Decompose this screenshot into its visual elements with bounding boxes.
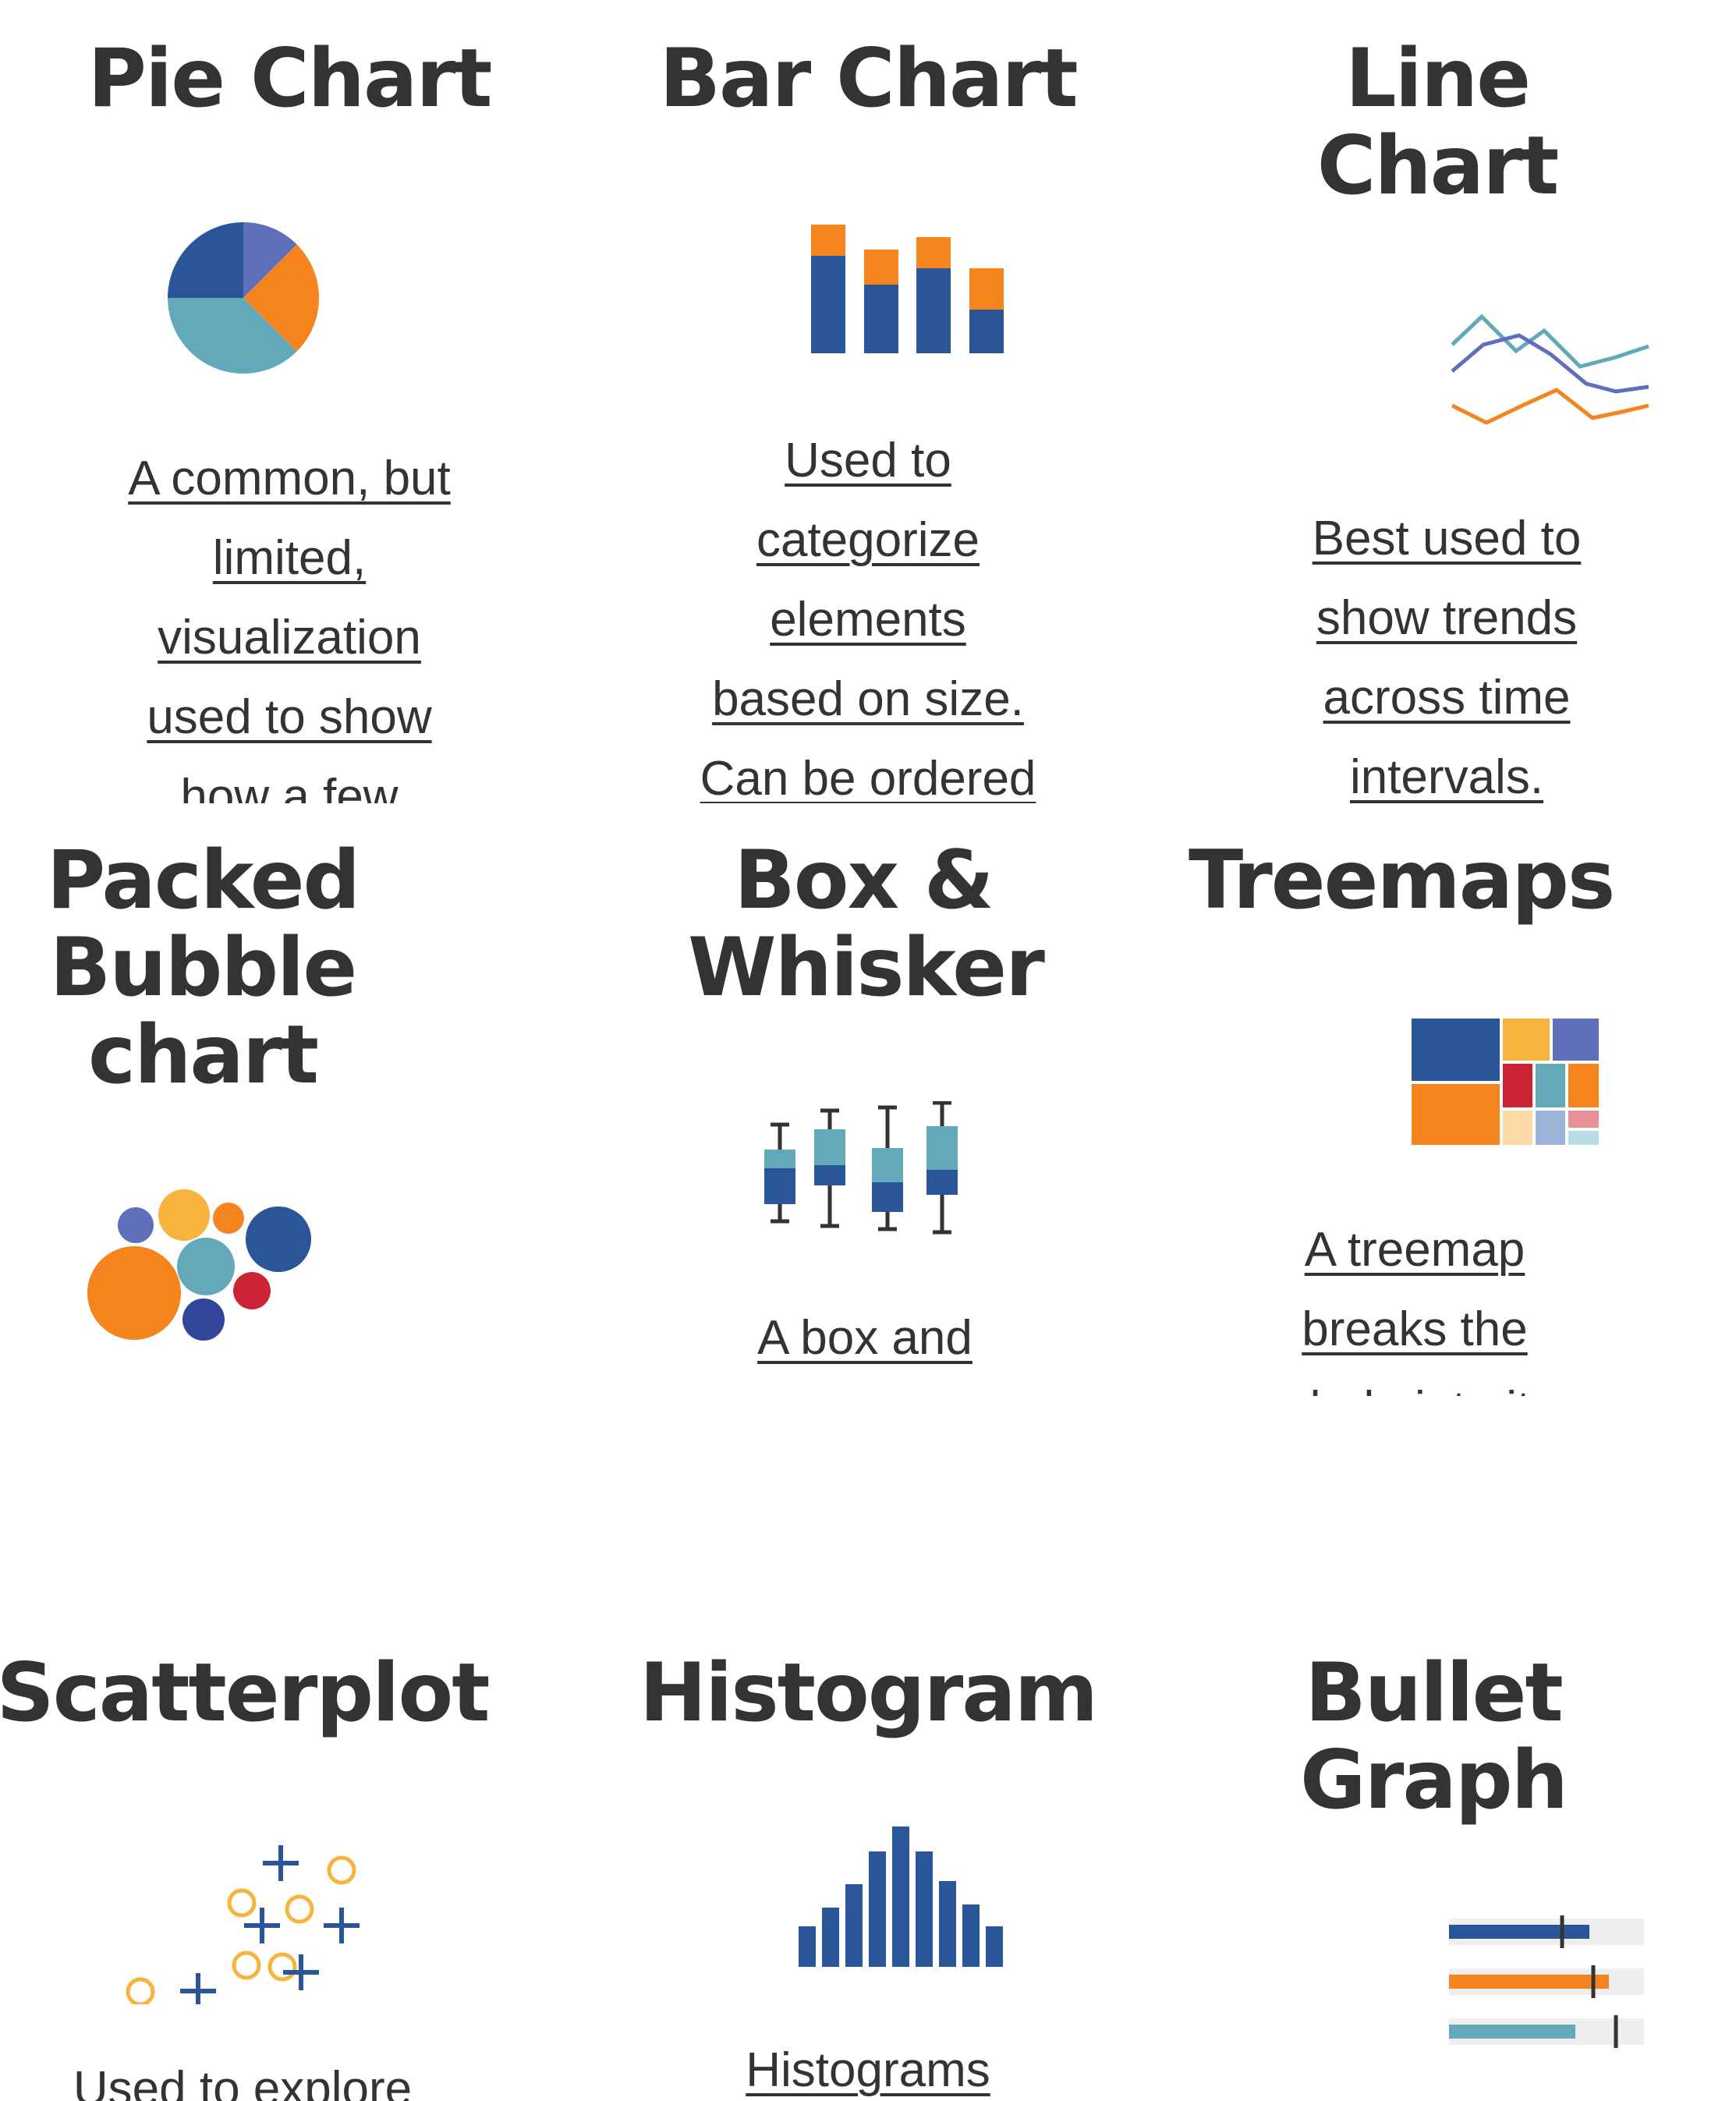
bullet-graph-icon	[1449, 1915, 1644, 2048]
card-title: Bullet Graph	[1300, 1646, 1568, 1827]
card-description: A box and	[643, 1299, 1087, 1396]
card-title: Packed Bubble chart	[46, 834, 361, 1102]
card-scatterplot: Scatterplot Used to explore	[0, 1614, 579, 2101]
card-description: Used to categorize elements based on siz…	[579, 421, 1157, 803]
card-bar-chart: Bar Chart Used to categorize elements ba…	[579, 0, 1157, 803]
card-description: A common, but limited, visualization use…	[0, 439, 579, 803]
card-treemaps: Treemaps A treemap breaks the whole into…	[1157, 803, 1736, 1396]
histogram-icon	[799, 1826, 1003, 1967]
card-description-link[interactable]: Best used to show trends across time int…	[1157, 499, 1736, 803]
card-pie-chart: Pie Chart A common, but limited, visuali…	[0, 0, 579, 803]
card-description-link[interactable]: Used to categorize elements based on siz…	[579, 421, 1157, 803]
card-description-link[interactable]: A box and	[643, 1299, 1087, 1378]
box-whisker-icon	[764, 1101, 958, 1235]
treemap-icon	[1412, 1019, 1599, 1145]
card-title: Scatterplot	[0, 1646, 490, 1740]
bar-chart-icon	[811, 225, 1004, 353]
card-description-link[interactable]: Histograms	[579, 2031, 1157, 2101]
line-chart-icon	[1451, 314, 1649, 425]
card-box-whisker: Box & Whisker A box and	[579, 803, 1157, 1396]
card-title: Pie Chart	[87, 32, 493, 126]
card-bullet-graph: Bullet Graph	[1157, 1614, 1736, 2101]
card-histogram: Histogram Histograms	[579, 1614, 1157, 2101]
card-line-chart: Line Chart Best used to show trends acro…	[1157, 0, 1736, 803]
card-description: A treemap breaks the whole into its	[1181, 1210, 1649, 1396]
card-title: Treemaps	[1189, 834, 1615, 927]
card-description-link[interactable]: A treemap breaks the whole into its	[1181, 1210, 1649, 1396]
card-description: Used to explore	[0, 2050, 532, 2101]
card-description-link[interactable]: A common, but limited, visualization use…	[0, 439, 579, 803]
card-description: Best used to show trends across time int…	[1157, 499, 1736, 803]
card-packed-bubble-chart: Packed Bubble chart	[0, 803, 579, 1396]
card-description-link[interactable]: Used to explore	[0, 2050, 532, 2101]
card-title: Bar Chart	[659, 32, 1078, 126]
pie-chart-icon	[168, 222, 320, 374]
scatterplot-icon	[126, 1845, 360, 2004]
card-description: Histograms	[579, 2031, 1157, 2101]
card-title: Histogram	[639, 1646, 1098, 1740]
card-title: Box & Whisker	[688, 834, 1045, 1015]
packed-bubble-icon	[87, 1189, 311, 1341]
card-title: Line Chart	[1316, 32, 1559, 213]
